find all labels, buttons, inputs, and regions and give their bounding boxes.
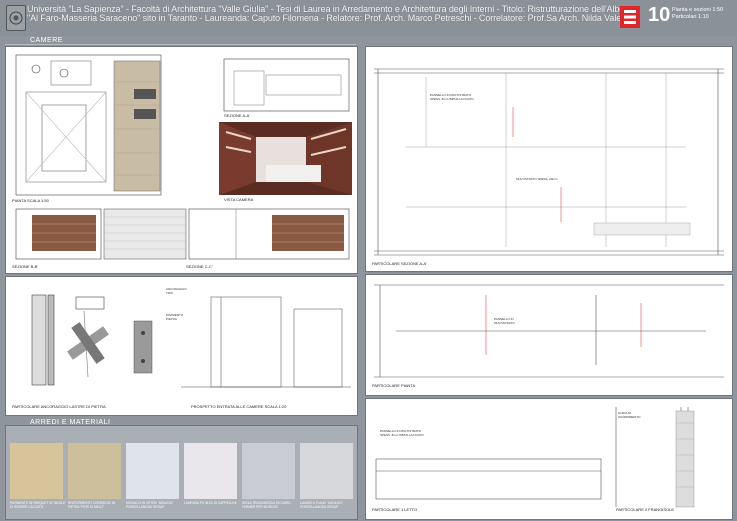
header-line-2: "Al Faro-Masseria Saraceno" sito in Tara…	[27, 13, 636, 23]
bed-detail-drawing	[375, 407, 695, 508]
material-label: SEDIA TRASCINEDDU RICHARD FARMER PER MOR…	[242, 501, 291, 509]
caption-particolare-frangisole: PARTICOLARE 2 FRANGISOLE	[616, 507, 675, 512]
material-label: MOSAICO IN VETRO "BISAZZA" PORCELLANOSA …	[126, 501, 174, 509]
caption-sezione-cc: SEZIONE C-C'	[186, 264, 213, 269]
detail-panel-sezione: PANNELLO IN MULTISTRATO SPESS. 8mm IMPIAL…	[365, 46, 733, 272]
caption-particolare-sezione: PARTICOLARE SEZIONE A-A'	[372, 261, 427, 266]
plan-detail-drawing	[374, 284, 724, 378]
annotation-label: PANNELLO IN MULTISTRATO SPESS. 8mm IMPIAL…	[380, 429, 424, 437]
material-swatch-mosaico	[126, 443, 179, 499]
material-label: PAVIMENTO IN PARQUET IN TAVOLE DI ROVERE…	[10, 501, 66, 509]
materials-panel: PAVIMENTO IN PARQUET IN TAVOLE DI ROVERE…	[5, 425, 358, 520]
caption-ancoraggio: PARTICOLARE ANCORAGGIO LASTRE DI PIETRA	[12, 404, 106, 409]
annotation-label: PANNELLO IN MULTISTRATO SPESS. 8mm IMPIAL…	[430, 93, 474, 101]
caption-vista-camera: VISTA CAMERA	[224, 197, 254, 202]
caption-sezione-bb: SEZIONE B-B'	[12, 264, 39, 269]
material-swatch-pietra	[68, 443, 121, 499]
material-swatch-lavabo	[300, 443, 353, 499]
sheet-scale-label: Pianta e sezioni 1:50 Particolari 1:10	[672, 7, 723, 21]
caption-prospetto: PROSPETTO ENTRATA ALLE CAMERE SCALA 1:20	[191, 404, 287, 409]
annotation-label: GUIDA DI SCORRIMENTO	[618, 411, 641, 419]
material-swatch-parquet	[10, 443, 63, 499]
detail-panel-pianta: PANNELLO IN MULTISTRATO PARTICOLARE PIANT…	[365, 274, 733, 396]
details-panel-ancoraggio: ANCORAGGIO TIPO PAVIMENTO PIETRA PARTICOLA…	[5, 276, 358, 416]
caption-pianta: PIANTA SCALA 1:50	[12, 198, 49, 203]
drawings-panel-camere: PIANTA SCALA 1:50 SEZIONE A-A' VISTA CAM…	[5, 46, 358, 274]
annotation-label: PANNELLO IN MULTISTRATO	[494, 317, 515, 325]
section-detail-drawing	[374, 68, 724, 256]
university-seal-icon	[6, 5, 26, 31]
annotation-label: MULTISTRATO SPESS. 20mm	[516, 177, 558, 181]
detail-panel-letto: PANNELLO IN MULTISTRATO SPESS. 8mm IMPIAL…	[365, 398, 733, 520]
caption-particolare-pianta: PARTICOLARE PIANTA	[372, 383, 416, 388]
annotation-label: PAVIMENTO PIETRA	[166, 313, 184, 321]
annotation-label: ANCORAGGIO TIPO	[166, 287, 187, 295]
anchoring-detail-drawing	[31, 294, 351, 388]
sheet-label-2: Particolari 1:10	[672, 14, 709, 20]
caption-sezione-aa: SEZIONE A-A'	[224, 113, 250, 118]
caption-particolare-letto: PARTICOLARE 1 LETTO	[372, 507, 418, 512]
material-swatch-lampada	[184, 443, 237, 499]
sheet-number: 10	[648, 4, 671, 26]
sheet-label-1: Pianta e sezioni 1:50	[672, 7, 724, 13]
thesis-logo-icon	[620, 6, 640, 28]
material-label: RIVESTIMENTO CORRIDOIO IN PIETRA "FIOR D…	[68, 501, 116, 509]
section-title-camere: CAMERE	[30, 37, 63, 44]
material-swatch-sedia	[242, 443, 295, 499]
plans-sections-drawing	[15, 54, 352, 260]
divider	[5, 44, 356, 45]
material-label: LAMPADA PS 36 DI JS CAPPELLINI	[184, 501, 237, 505]
material-label: LAVABO E PIANO "MONDEX" PORCELLANOSA GRO…	[300, 501, 344, 509]
